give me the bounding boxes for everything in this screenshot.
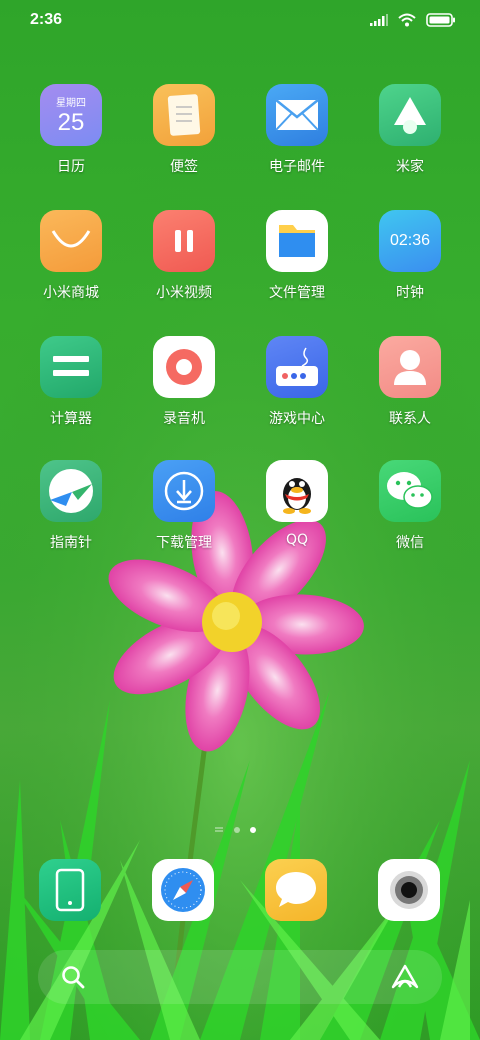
app-wechat[interactable]: 微信 [354, 460, 466, 552]
app-label: 下载管理 [156, 535, 212, 551]
compass-icon [40, 460, 102, 522]
mi-store-icon [40, 210, 102, 272]
contacts-icon [379, 336, 441, 398]
dock-phone[interactable] [39, 859, 101, 921]
file-manager-icon [266, 210, 328, 272]
app-game-center[interactable]: 游戏中心 [241, 336, 353, 428]
messages-icon [276, 872, 316, 907]
dock-browser[interactable] [152, 859, 214, 921]
app-clock[interactable]: 02:36 时钟 [354, 210, 466, 302]
download-icon [153, 460, 215, 522]
app-label: 录音机 [163, 411, 205, 427]
app-label: 电子邮件 [269, 159, 325, 175]
clock-icon: 02:36 [379, 210, 441, 272]
app-download-manager[interactable]: 下载管理 [128, 460, 240, 552]
wifi-icon [398, 13, 416, 27]
app-compass[interactable]: 指南针 [15, 460, 127, 552]
signal-icon [370, 14, 388, 26]
search-bar[interactable] [38, 950, 442, 1004]
app-label: 小米商城 [43, 285, 99, 301]
app-label: 米家 [396, 159, 424, 175]
app-contacts[interactable]: 联系人 [354, 336, 466, 428]
qq-icon [266, 460, 328, 522]
mi-video-icon [153, 210, 215, 272]
app-label: 游戏中心 [269, 411, 325, 427]
app-notes[interactable]: 便签 [128, 84, 240, 176]
app-label: 指南针 [50, 535, 92, 551]
app-mi-video[interactable]: 小米视频 [128, 210, 240, 302]
app-email[interactable]: 电子邮件 [241, 84, 353, 176]
battery-icon [426, 13, 455, 27]
app-label: 计算器 [50, 411, 92, 427]
calendar-weekday: 星期四 [56, 98, 86, 109]
status-icons [370, 13, 456, 27]
app-mi-store[interactable]: 小米商城 [15, 210, 127, 302]
page-dot-2[interactable] [250, 827, 256, 833]
app-file-manager[interactable]: 文件管理 [241, 210, 353, 302]
clock-icon-text: 02:36 [389, 232, 431, 249]
app-calendar[interactable]: 星期四 25 日历 [15, 84, 127, 176]
dock-camera[interactable] [378, 859, 440, 921]
browser-icon [161, 868, 205, 912]
assistant-icon[interactable] [390, 963, 420, 991]
page-dot-1[interactable] [234, 827, 240, 833]
calculator-icon [40, 336, 102, 398]
page-indicator [214, 826, 256, 834]
app-label: QQ [285, 532, 309, 548]
app-label: 微信 [396, 535, 424, 551]
camera-icon [390, 871, 428, 909]
app-qq[interactable]: QQ [241, 460, 353, 548]
search-icon[interactable] [60, 964, 86, 990]
app-calculator[interactable]: 计算器 [15, 336, 127, 428]
status-bar: 2:36 [0, 0, 480, 40]
recorder-icon [153, 336, 215, 398]
app-label: 小米视频 [156, 285, 212, 301]
app-label: 便签 [170, 159, 198, 175]
app-recorder[interactable]: 录音机 [128, 336, 240, 428]
app-label: 联系人 [389, 411, 431, 427]
phone-icon [55, 868, 85, 912]
home-menu-icon [215, 827, 223, 832]
calendar-day: 25 [57, 109, 85, 136]
app-label: 日历 [57, 159, 85, 175]
dock-messages[interactable] [265, 859, 327, 921]
mijia-icon [379, 84, 441, 146]
app-label: 时钟 [396, 285, 424, 301]
status-time: 2:36 [30, 11, 63, 28]
game-center-icon [266, 336, 328, 398]
calendar-icon: 星期四 25 [40, 84, 102, 146]
notes-icon [153, 84, 215, 146]
app-mijia[interactable]: 米家 [354, 84, 466, 176]
app-label: 文件管理 [269, 285, 325, 301]
wechat-icon [379, 460, 441, 522]
mail-icon [266, 84, 328, 146]
